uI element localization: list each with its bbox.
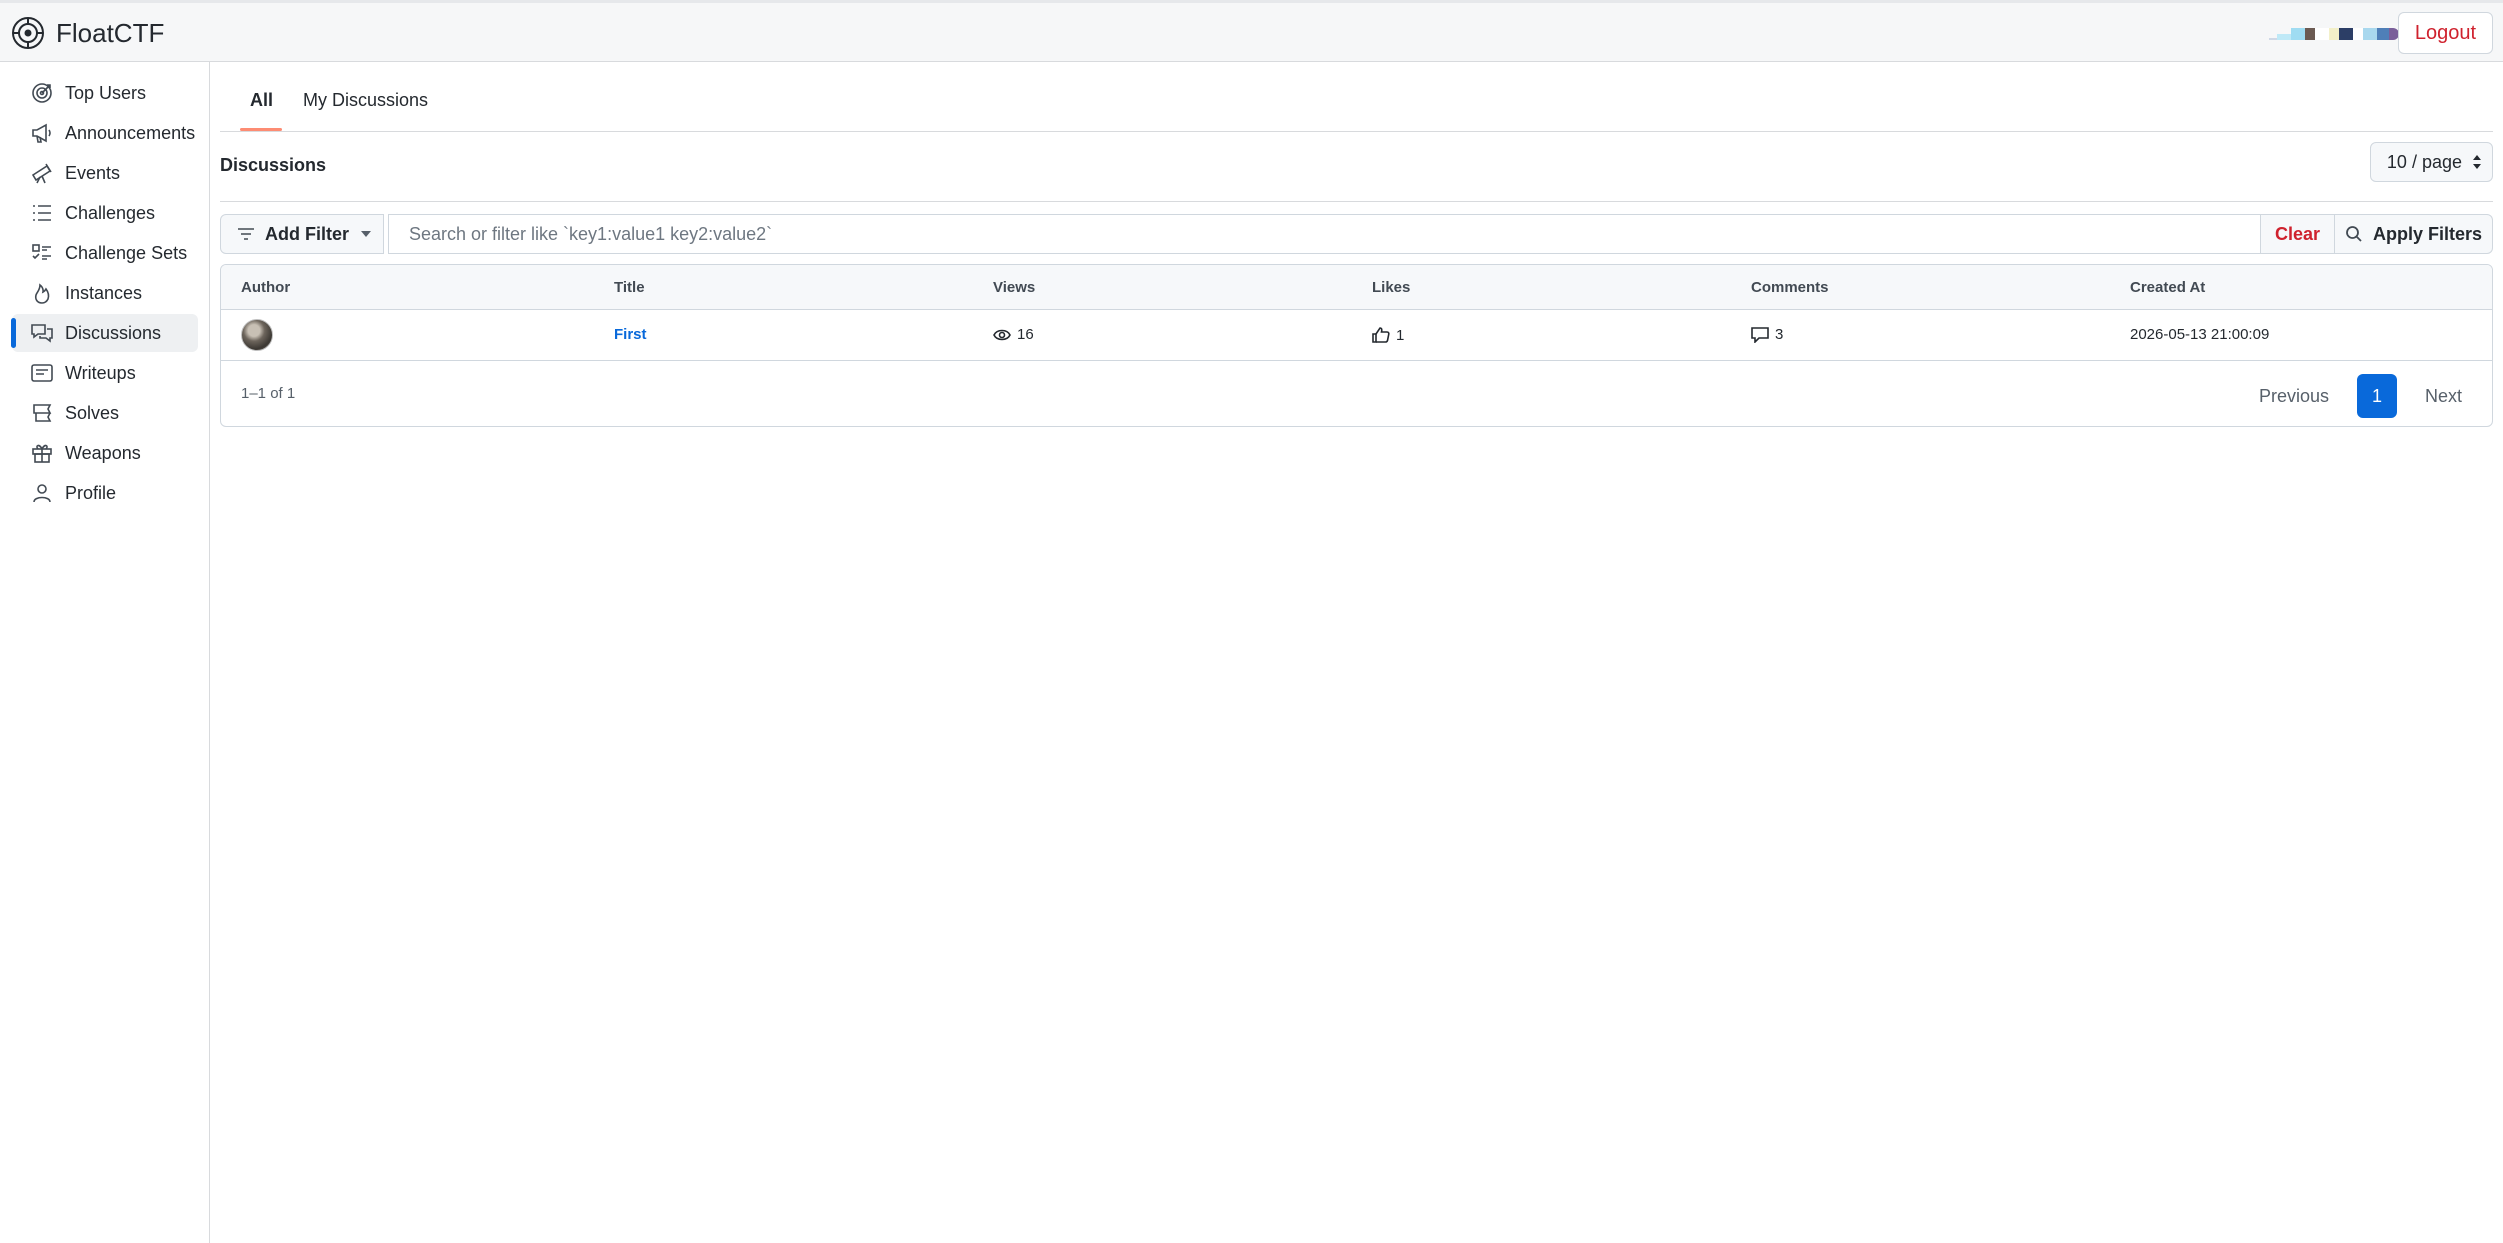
sidebar-item-writeups[interactable]: Writeups (12, 354, 198, 392)
swatch (2315, 28, 2329, 40)
telescope-icon (31, 163, 52, 184)
views-count: 16 (1017, 326, 1034, 343)
likes-cell: 1 (1372, 326, 1404, 344)
table-row[interactable]: First 16 1 3 2026-05-13 21:00:09 (221, 310, 2492, 361)
sidebar-item-label: Challenges (65, 202, 156, 223)
sidebar-item-label: Profile (65, 482, 117, 503)
top-bar: FloatCTF Logout (0, 0, 2503, 62)
sidebar-item-weapons[interactable]: Weapons (12, 434, 198, 472)
swatch (2377, 28, 2389, 40)
table-footer: 1–1 of 1 Previous 1 Next (221, 361, 2492, 426)
page-1-button[interactable]: 1 (2356, 374, 2397, 418)
sidebar-item-challenge-sets[interactable]: Challenge Sets (12, 234, 198, 272)
brand-name: FloatCTF (56, 17, 165, 48)
sidebar-item-label: Weapons (65, 442, 141, 463)
swatch (2363, 28, 2377, 40)
chevron-up-down-icon (2473, 155, 2481, 169)
logout-button[interactable]: Logout (2397, 12, 2493, 54)
column-header-comments: Comments (1751, 279, 1829, 296)
swatch (2329, 28, 2339, 40)
avatar[interactable] (241, 319, 273, 351)
user-avatar-strip[interactable] (2269, 26, 2399, 42)
sidebar-item-label: Announcements (65, 122, 196, 143)
result-count: 1–1 of 1 (241, 385, 296, 402)
swatch (2305, 28, 2315, 40)
comment-icon (1751, 326, 1769, 343)
megaphone-icon (32, 123, 51, 143)
likes-count: 1 (1396, 326, 1405, 344)
sidebar-item-label: Instances (65, 282, 143, 303)
sidebar-item-label: Discussions (65, 322, 162, 343)
swatch (2353, 28, 2363, 40)
comment-discussion-icon (31, 324, 53, 343)
logo-icon (12, 17, 44, 49)
swatch (2277, 34, 2291, 40)
sidebar-item-label: Events (65, 162, 121, 183)
created-at-cell: 2026-05-13 21:00:09 (2130, 326, 2270, 343)
gift-icon (32, 444, 52, 463)
column-header-likes: Likes (1372, 279, 1411, 296)
sidebar-item-label: Writeups (65, 362, 136, 383)
search-icon (2346, 226, 2362, 242)
sidebar-item-label: Challenge Sets (65, 242, 188, 263)
brand[interactable]: FloatCTF (10, 15, 164, 51)
flame-icon (34, 283, 50, 304)
target-icon (32, 83, 52, 103)
sidebar-item-discussions[interactable]: Discussions (11, 314, 198, 352)
comments-count: 3 (1775, 326, 1784, 343)
sidebar-item-solves[interactable]: Solves (12, 394, 198, 432)
search-input[interactable] (388, 214, 2261, 254)
sidebar-item-instances[interactable]: Instances (12, 274, 198, 312)
swatch (2291, 28, 2305, 40)
pagination: Previous 1 Next (2243, 374, 2478, 418)
sidebar-item-profile[interactable]: Profile (12, 474, 198, 512)
views-cell: 16 (993, 326, 1034, 343)
sidebar: Top Users Announcements Events Challenge… (0, 62, 210, 1243)
per-page-select[interactable]: 10 / page (2369, 142, 2493, 182)
section-header: Discussions 10 / page (220, 140, 2493, 202)
sidebar-item-label: Solves (65, 402, 120, 423)
clear-button[interactable]: Clear (2261, 214, 2335, 254)
discussion-tabs: All My Discussions (220, 62, 2493, 132)
person-icon (33, 484, 51, 503)
tasklist-icon (32, 244, 51, 260)
stack-icon (33, 404, 52, 422)
apply-filters-button[interactable]: Apply Filters (2335, 214, 2493, 254)
swatch (2269, 38, 2277, 40)
tab-all[interactable]: All (250, 90, 273, 111)
per-page-value: 10 / page (2386, 151, 2462, 172)
table-header: Author Title Views Likes Comments Create… (221, 265, 2492, 310)
discussion-title-link[interactable]: First (614, 326, 647, 343)
eye-icon (993, 329, 1011, 340)
filter-bar: Add Filter Clear Apply Filters (220, 214, 2493, 254)
sidebar-item-announcements[interactable]: Announcements (12, 114, 198, 152)
active-tab-indicator (240, 128, 282, 131)
add-filter-label: Add Filter (265, 223, 349, 244)
column-header-views: Views (993, 279, 1036, 296)
tab-my-discussions[interactable]: My Discussions (303, 90, 428, 111)
discussions-table: Author Title Views Likes Comments Create… (220, 264, 2493, 427)
previous-page-button[interactable]: Previous (2243, 376, 2345, 416)
next-page-button[interactable]: Next (2409, 376, 2478, 416)
column-header-created-at: Created At (2130, 279, 2206, 296)
sidebar-item-label: Top Users (65, 82, 147, 103)
sidebar-item-events[interactable]: Events (12, 154, 198, 192)
swatch (2339, 28, 2353, 40)
list-icon (33, 205, 51, 221)
sidebar-item-top-users[interactable]: Top Users (12, 74, 198, 112)
column-header-author: Author (241, 279, 291, 296)
page-title: Discussions (220, 155, 327, 175)
title-cell: First (614, 326, 647, 343)
comments-cell: 3 (1751, 326, 1783, 343)
apply-filters-label: Apply Filters (2372, 223, 2483, 244)
sidebar-item-challenges[interactable]: Challenges (12, 194, 198, 232)
add-filter-button[interactable]: Add Filter (220, 214, 384, 254)
note-icon (31, 364, 53, 382)
thumbs-up-icon (1372, 327, 1390, 343)
filter-icon (238, 228, 254, 240)
column-header-title: Title (614, 279, 645, 296)
caret-down-icon (361, 231, 371, 237)
